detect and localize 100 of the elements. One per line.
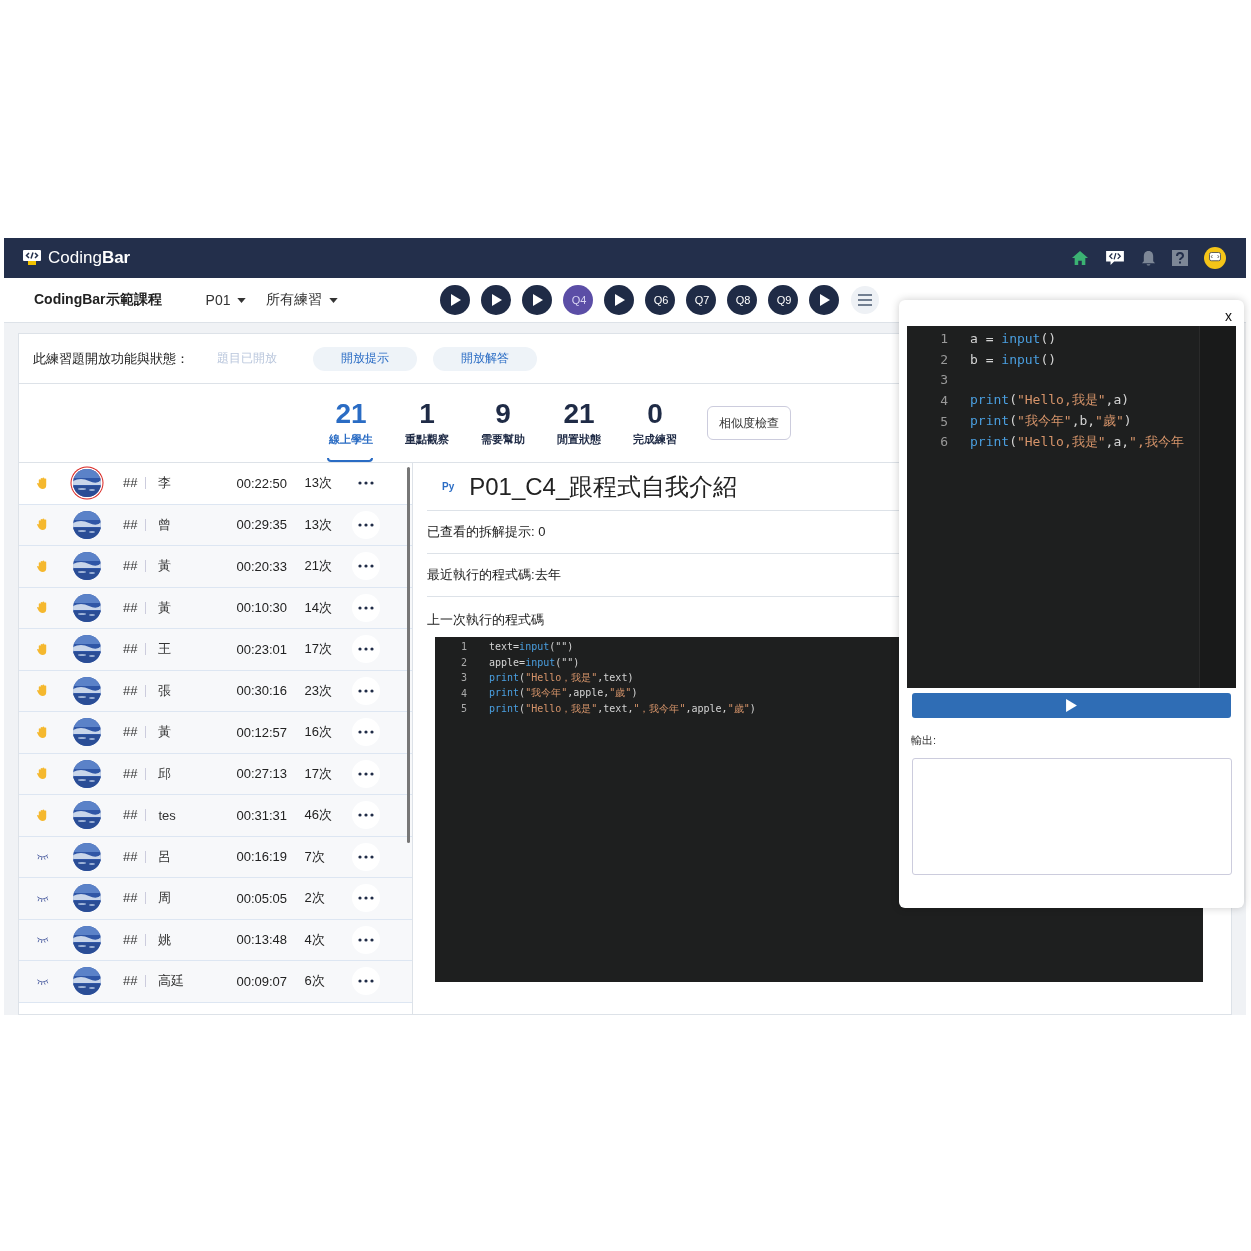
menu-icon	[858, 294, 873, 306]
more-icon	[358, 813, 375, 818]
seat-number: ##	[123, 726, 147, 739]
student-row[interactable]: ## 姚 00:13:48 4次	[19, 919, 412, 961]
more-button[interactable]	[352, 759, 381, 788]
student-row[interactable]: ## 邱 00:27:13 17次	[19, 753, 412, 795]
home-icon[interactable]	[1071, 250, 1089, 266]
elapsed-time: 00:22:50	[236, 475, 289, 491]
student-name: 高廷	[158, 972, 186, 991]
elapsed-time: 00:09:07	[236, 973, 289, 989]
student-name: 黃	[158, 723, 173, 742]
student-row[interactable]: ## 黃 00:12:57 16次	[19, 712, 412, 754]
more-button[interactable]	[352, 842, 381, 871]
code-chat-icon[interactable]	[1105, 250, 1125, 266]
seat-number: ##	[123, 477, 147, 490]
line-number: 1	[459, 641, 467, 653]
elapsed-time: 00:12:57	[236, 724, 289, 740]
code-line: text=input("")	[489, 641, 574, 653]
elapsed-time: 00:13:48	[236, 932, 289, 948]
play-button[interactable]	[522, 285, 553, 315]
student-row[interactable]: ## 高廷 00:09:07 6次	[19, 961, 412, 1003]
line-number: 3	[459, 672, 467, 684]
dropdown[interactable]: 所有練習	[262, 289, 343, 311]
elapsed-time: 00:29:35	[236, 517, 289, 533]
more-button[interactable]	[352, 593, 381, 622]
line-number: 2	[939, 351, 948, 367]
seat-number: ##	[123, 975, 147, 988]
more-button[interactable]	[352, 884, 381, 913]
output-label: 輸出:	[911, 733, 938, 748]
play-button[interactable]	[481, 285, 512, 315]
scrollbar[interactable]	[407, 467, 410, 843]
close-button[interactable]: x	[1221, 308, 1236, 326]
more-icon	[358, 481, 375, 486]
stat-tab[interactable]: 21 線上學生	[313, 384, 389, 462]
play-button[interactable]	[440, 285, 471, 315]
student-name: tes	[158, 807, 177, 823]
student-row[interactable]: ## 呂 00:16:19 7次	[19, 836, 412, 878]
run-count: 2次	[304, 889, 326, 908]
line-number: 6	[939, 434, 948, 450]
code-line: b = input()	[970, 351, 1057, 367]
question-button[interactable]: Q7	[686, 285, 717, 315]
stat-tab[interactable]: 21 閒置狀態	[541, 384, 617, 462]
help-icon[interactable]	[1172, 250, 1188, 266]
status-button[interactable]: 開放解答	[433, 346, 537, 371]
dropdown[interactable]: P01	[201, 290, 251, 310]
run-count: 13次	[304, 474, 333, 493]
question-button[interactable]: Q6	[645, 285, 676, 315]
line-number: 2	[459, 656, 467, 668]
student-name: 周	[158, 889, 173, 908]
question-button[interactable]: Q9	[768, 285, 799, 315]
question-button[interactable]: Q8	[727, 285, 758, 315]
more-button[interactable]	[352, 801, 381, 830]
more-button[interactable]	[352, 510, 381, 539]
student-row[interactable]: ## 張 00:30:16 23次	[19, 670, 412, 712]
stat-tab[interactable]: 1 重點觀察	[389, 384, 465, 462]
elapsed-time: 00:10:30	[236, 600, 289, 616]
menu-button[interactable]	[851, 286, 880, 314]
play-icon	[615, 294, 625, 306]
more-button[interactable]	[352, 925, 381, 954]
more-button[interactable]	[352, 718, 381, 747]
code-line: print("Hello，我是",text)	[489, 670, 634, 685]
student-row[interactable]: ## 王 00:23:01 17次	[19, 629, 412, 671]
play-button[interactable]	[604, 285, 635, 315]
play-button[interactable]	[809, 285, 840, 315]
seat-number: ##	[123, 767, 147, 780]
elapsed-time: 00:20:33	[236, 558, 289, 574]
more-icon	[358, 937, 375, 942]
student-row[interactable]: ## 周 00:05:05 2次	[19, 878, 412, 920]
more-icon	[358, 605, 375, 610]
line-number: 1	[939, 330, 948, 346]
question-button[interactable]: Q4	[563, 285, 594, 315]
stat-tab[interactable]: 9 需要幫助	[465, 384, 541, 462]
status-button[interactable]: 開放提示	[313, 346, 417, 371]
student-row[interactable]: ## 李 00:22:50 13次	[19, 463, 412, 505]
user-avatar-icon[interactable]	[1204, 247, 1226, 269]
more-icon	[358, 522, 375, 527]
more-button[interactable]	[352, 635, 381, 664]
student-name: 邱	[158, 764, 173, 783]
more-button[interactable]	[352, 967, 381, 996]
student-row[interactable]: ## 曾 00:29:35 13次	[19, 504, 412, 546]
student-row[interactable]: ## 黃 00:10:30 14次	[19, 587, 412, 629]
student-row[interactable]: ## 黃 00:20:33 21次	[19, 546, 412, 588]
similarity-check-button[interactable]: 相似度檢查	[707, 406, 791, 440]
section-label: 上一次執行的程式碼	[427, 611, 545, 629]
play-icon	[492, 294, 502, 306]
run-count: 4次	[304, 930, 326, 949]
elapsed-time: 00:16:19	[236, 849, 289, 865]
bell-icon[interactable]	[1141, 249, 1156, 267]
more-button[interactable]	[352, 676, 381, 705]
play-icon	[533, 294, 543, 306]
exercise-title: P01_C4_跟程式自我介紹	[469, 471, 738, 502]
student-row[interactable]: ## tes 00:31:31 46次	[19, 795, 412, 837]
code-line: print("Hello，我是",text,"，我今年",apple,"歲")	[489, 701, 756, 716]
line-number: 5	[939, 413, 948, 429]
line-number: 5	[459, 703, 467, 715]
seat-number: ##	[123, 684, 147, 697]
stat-tab[interactable]: 0 完成練習	[617, 384, 693, 462]
more-button[interactable]	[352, 552, 381, 581]
code-editor[interactable]: 1 a = input() 2 b = input() 3 4 print("Hello,我是",a) 5 print("我今年",b,"歲") 6 print("Hello,我是",a,",我今年	[907, 326, 1236, 688]
student-name: 呂	[158, 847, 173, 866]
